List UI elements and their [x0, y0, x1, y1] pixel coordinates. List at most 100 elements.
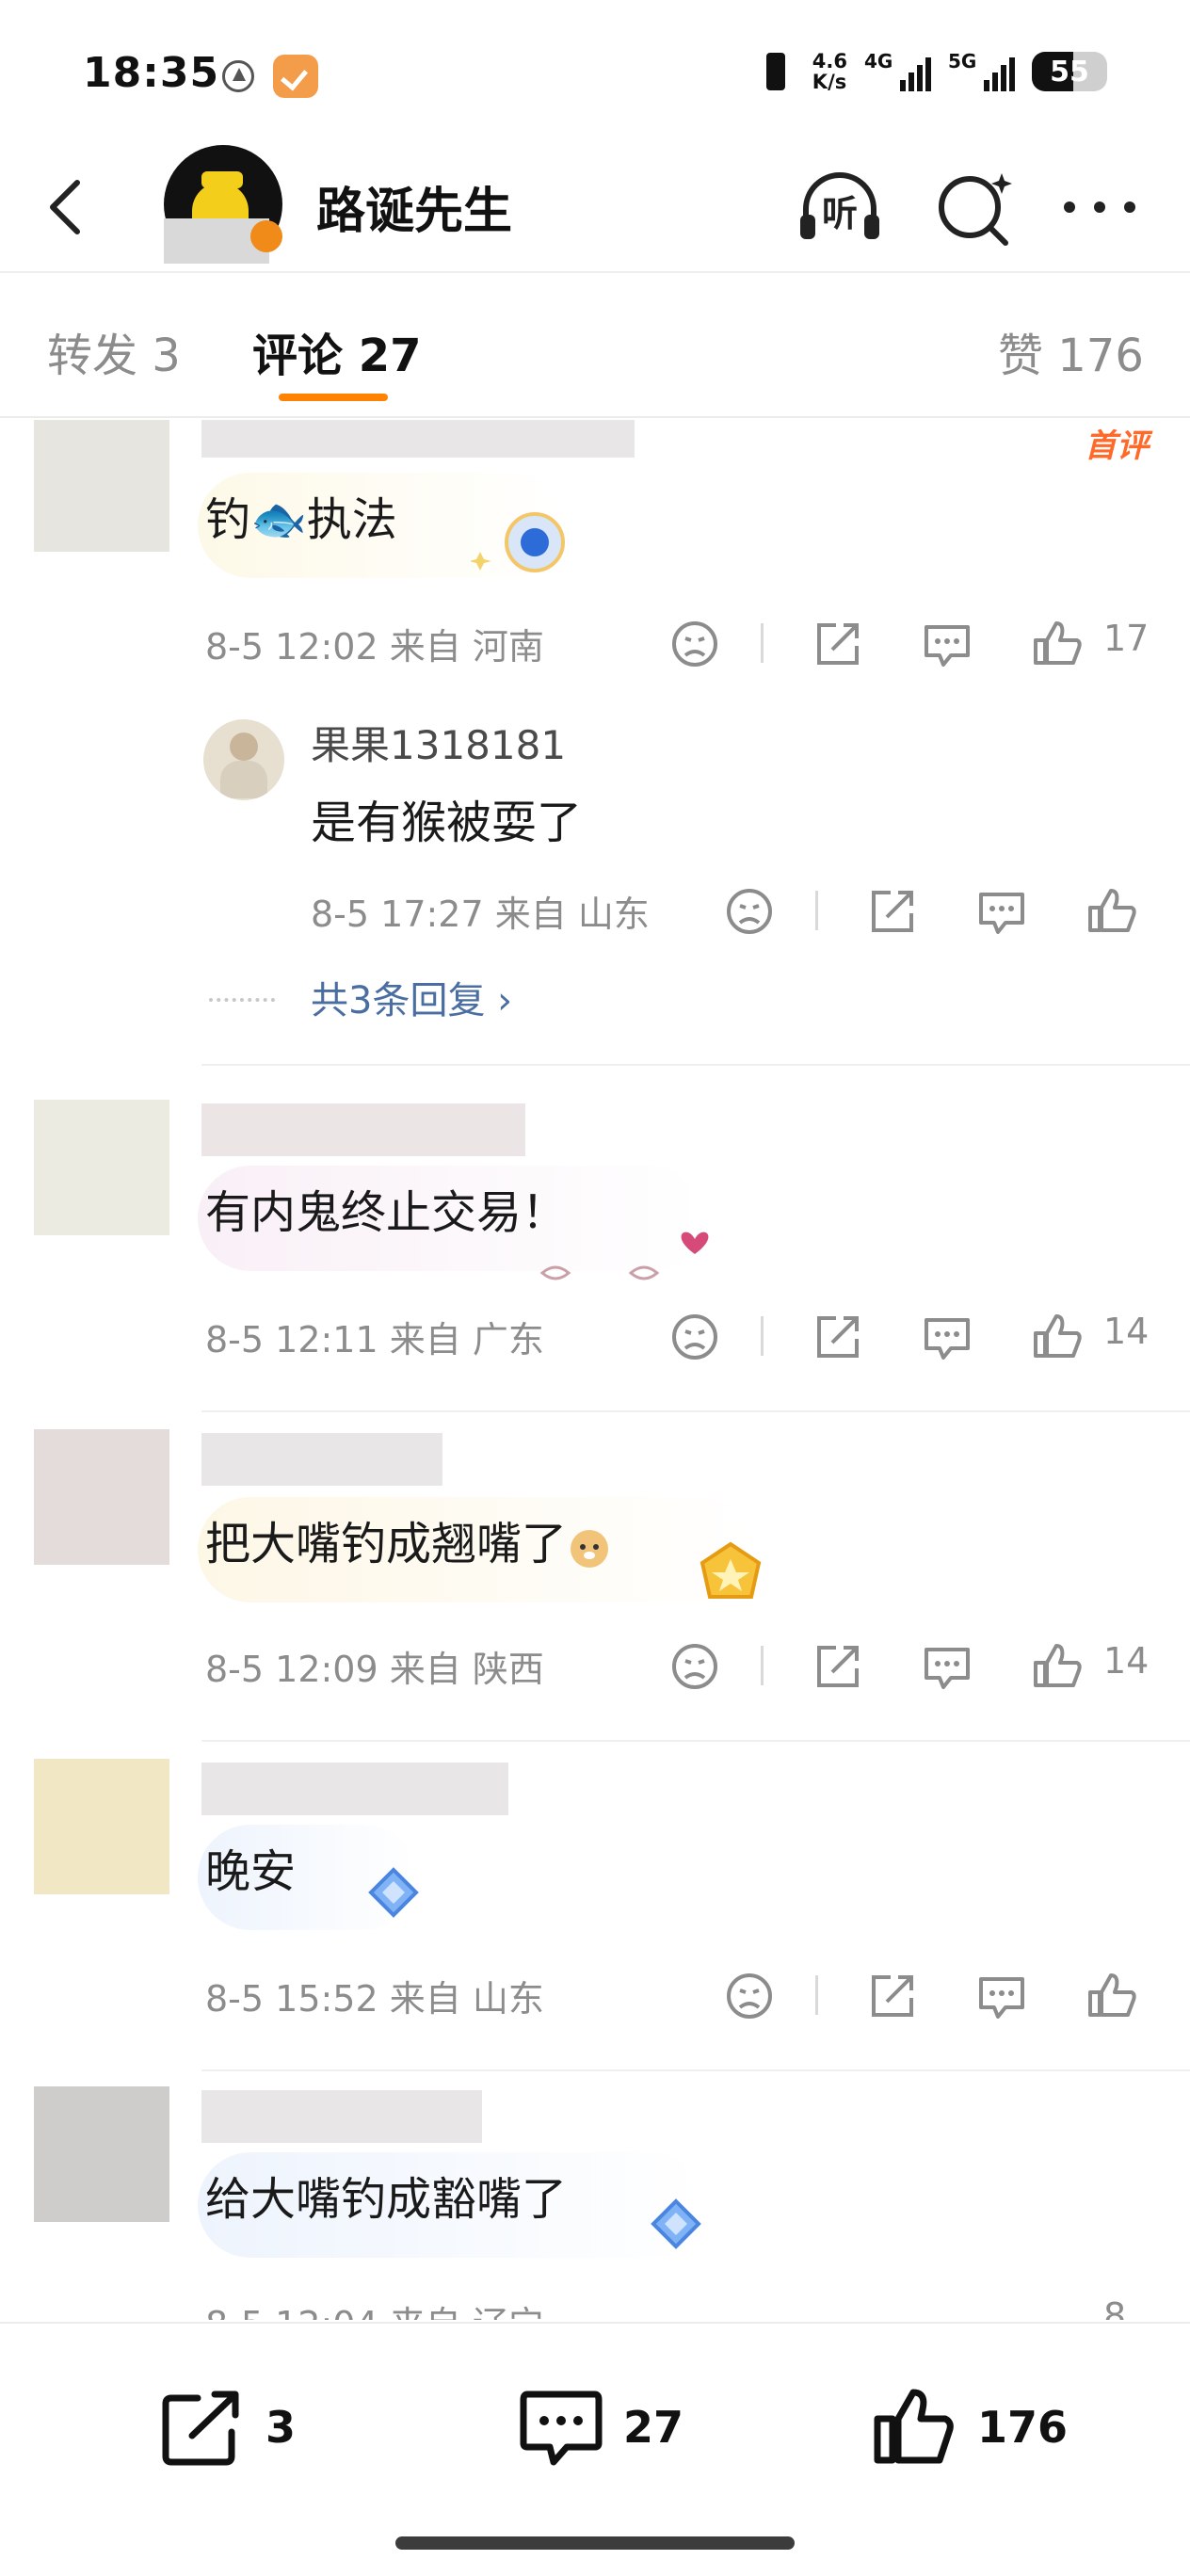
astronaut-sticker-icon: [471, 512, 565, 572]
home-indicator[interactable]: [395, 2536, 795, 2550]
comment-meta: 8-5 12:11 来自 广东: [205, 1319, 544, 1360]
action-separator: [761, 623, 764, 663]
signal-4g-icon: 4G: [864, 50, 931, 91]
action-separator: [761, 1316, 764, 1356]
thumbs-up-icon: [874, 2389, 954, 2464]
status-bar: 18:35 4.6 K/s 4G 5G 55: [0, 0, 1190, 141]
share-icon[interactable]: [810, 618, 866, 670]
like-icon[interactable]: [1030, 1311, 1086, 1363]
post-tabs: 转发 3 评论 27 赞 176: [0, 273, 1190, 418]
reply-icon[interactable]: [919, 1311, 975, 1363]
comment-meta: 8-5 12:02 来自 河南: [205, 626, 544, 668]
like-icon[interactable]: [1030, 618, 1086, 670]
like-count: 14: [1103, 1311, 1150, 1352]
comment-divider: [201, 1740, 1190, 1742]
like-button[interactable]: 176: [872, 2380, 1068, 2474]
tab-reposts[interactable]: 转发 3: [47, 318, 181, 384]
like-count: 17: [1103, 618, 1150, 659]
dislike-icon[interactable]: [667, 618, 723, 670]
commenter-avatar[interactable]: [34, 1100, 169, 1235]
vibrate-icon: [756, 53, 796, 90]
network-speed-value: 4.6: [812, 50, 847, 72]
like-count: 14: [1103, 1640, 1150, 1682]
dislike-icon[interactable]: [721, 1970, 778, 2022]
listen-button[interactable]: 听: [795, 168, 885, 247]
comment-text-value: 把大嘴钓成翘嘴了: [205, 1518, 568, 1570]
listen-label: 听: [821, 193, 858, 234]
comment-list[interactable]: 首评 钓🐟执法 8-5 12:02 来自 河南 17 果果1318181 是有猴…: [0, 420, 1190, 2320]
share-icon[interactable]: [810, 1311, 866, 1363]
reply-text: 是有猴被耍了: [311, 797, 583, 849]
signal-5g-icon: 5G: [948, 50, 1015, 91]
more-replies-link[interactable]: 共3条回复 ›: [311, 970, 512, 1024]
comment-meta: 8-5 15:52 来自 山东: [205, 1978, 544, 2020]
reply-dots: [209, 998, 275, 1002]
commenter-avatar[interactable]: [34, 2086, 169, 2222]
gold-badge-sticker-icon: [700, 1541, 762, 1599]
repost-count: 3: [265, 2402, 297, 2453]
blue-diamond-sticker-icon: [651, 2198, 701, 2249]
comment-text: 钓🐟执法: [205, 493, 397, 546]
dislike-icon[interactable]: [667, 1640, 723, 1693]
like-icon[interactable]: [1085, 1970, 1141, 2022]
share-icon[interactable]: [864, 1970, 921, 2022]
comment-meta: 8-5 12:04 来自 辽宁: [205, 2295, 544, 2320]
active-tab-indicator: [279, 394, 388, 401]
comment-text: 给大嘴钓成豁嘴了: [205, 2173, 568, 2226]
reply-icon[interactable]: [973, 1970, 1030, 2022]
like-count: 8: [1103, 2295, 1127, 2320]
comment-divider: [201, 1410, 1190, 1412]
repost-button[interactable]: 3: [160, 2380, 296, 2474]
commenter-name-blurred[interactable]: [201, 420, 635, 458]
reply-author-name[interactable]: 果果1318181: [311, 714, 566, 771]
reply-icon[interactable]: [919, 618, 975, 670]
like-icon[interactable]: [1030, 1640, 1086, 1693]
reply-meta: 8-5 17:27 来自 山东: [311, 894, 650, 935]
reply-avatar[interactable]: [203, 719, 284, 800]
comment-count: 27: [623, 2402, 684, 2453]
commenter-avatar[interactable]: [34, 1429, 169, 1565]
app-notification-icon: [222, 60, 254, 92]
battery-icon: 55: [1032, 52, 1107, 91]
commenter-name-blurred[interactable]: [201, 2090, 482, 2143]
first-comment-tag: 首评: [1085, 427, 1149, 465]
battery-level: 55: [1050, 56, 1089, 89]
signal-5g-label: 5G: [948, 50, 977, 72]
network-speed: 4.6 K/s: [812, 51, 847, 92]
comment-divider: [201, 1064, 1190, 1066]
shield-check-icon: [273, 55, 318, 98]
commenter-name-blurred[interactable]: [201, 1103, 525, 1156]
doge-emoji-icon: [571, 1530, 609, 1568]
author-name[interactable]: 路诞先生: [316, 171, 512, 242]
commenter-avatar[interactable]: [34, 420, 169, 552]
action-separator: [815, 891, 818, 930]
reply-icon[interactable]: [919, 1640, 975, 1693]
comment-meta: 8-5 12:09 来自 陕西: [205, 1649, 544, 1690]
commenter-name-blurred[interactable]: [201, 1433, 442, 1486]
network-speed-unit: K/s: [812, 71, 847, 93]
back-icon[interactable]: [40, 173, 96, 241]
reply-like-icon[interactable]: [1085, 885, 1141, 938]
reply-share-icon[interactable]: [864, 885, 921, 938]
dislike-icon[interactable]: [667, 1311, 723, 1363]
top-nav: 路诞先生 听: [0, 141, 1190, 273]
commenter-avatar[interactable]: [34, 1759, 169, 1894]
verified-badge-icon: [250, 220, 282, 252]
reply-dislike-icon[interactable]: [721, 885, 778, 938]
status-indicators: 4.6 K/s 4G 5G 55: [756, 50, 1107, 92]
commenter-name-blurred[interactable]: [201, 1763, 508, 1815]
blue-diamond-sticker-icon: [368, 1867, 419, 1918]
more-icon[interactable]: [1054, 168, 1145, 247]
comment-icon: [520, 2391, 603, 2466]
tab-likes[interactable]: 赞 176: [998, 318, 1144, 384]
search-icon[interactable]: [930, 168, 1021, 247]
status-time: 18:35: [83, 49, 220, 97]
comment-button[interactable]: 27: [518, 2380, 683, 2474]
tab-comments[interactable]: 评论 27: [252, 318, 422, 384]
comment-divider: [201, 2069, 1190, 2071]
share-icon[interactable]: [810, 1640, 866, 1693]
reply-reply-icon[interactable]: [973, 885, 1030, 938]
repost-icon: [162, 2391, 239, 2466]
comment-text: 把大嘴钓成翘嘴了: [205, 1506, 612, 1572]
like-count-total: 176: [977, 2402, 1069, 2453]
